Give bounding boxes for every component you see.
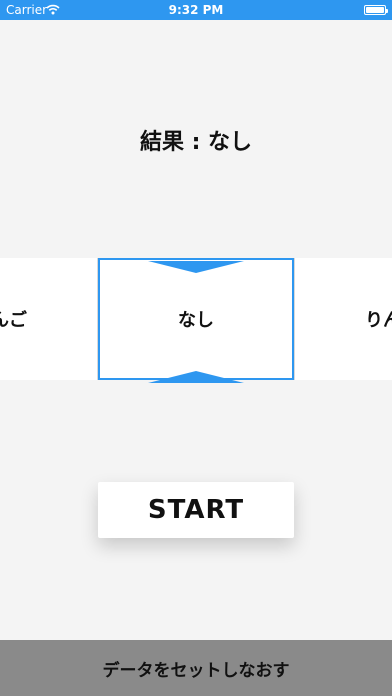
selector-top-indicator-icon bbox=[148, 258, 244, 277]
carousel-item-next[interactable]: りんご bbox=[294, 258, 392, 380]
battery-icon bbox=[364, 5, 388, 15]
start-button[interactable]: START bbox=[98, 482, 294, 538]
clock: 9:32 PM bbox=[168, 3, 224, 17]
result-label: 結果 : なし bbox=[139, 130, 253, 155]
status-bar: Carrier 9:32 PM bbox=[0, 0, 392, 20]
carousel-divider bbox=[294, 258, 295, 380]
carousel-item-previous[interactable]: りんご bbox=[0, 258, 98, 380]
carousel-divider bbox=[97, 258, 98, 380]
selector-bottom-indicator-icon bbox=[148, 368, 244, 387]
reset-data-button[interactable]: データをセットしなおす bbox=[0, 640, 392, 696]
